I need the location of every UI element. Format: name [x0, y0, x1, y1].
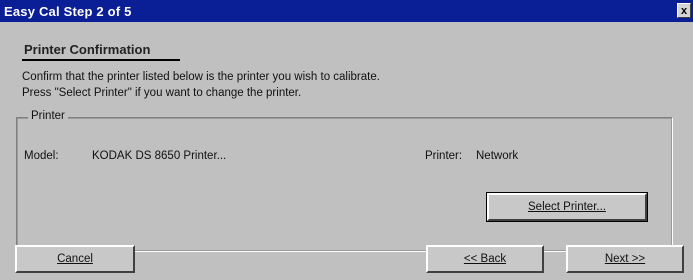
cancel-button[interactable]: Cancel — [15, 245, 135, 273]
cancel-label: Cancel — [57, 253, 93, 265]
back-button[interactable]: << Back — [426, 245, 544, 273]
back-label: << Back — [463, 253, 507, 265]
title-bar[interactable]: Easy Cal Step 2 of 5 x — [0, 0, 693, 22]
close-button[interactable]: x — [677, 3, 691, 18]
instruction-line-1: Confirm that the printer listed below is… — [22, 71, 380, 83]
printer-value: Network — [476, 150, 519, 162]
instruction-line-2: Press "Select Printer" if you want to ch… — [22, 87, 302, 99]
select-printer-button[interactable]: Select Printer... — [486, 192, 648, 222]
printer-group-label: Printer — [28, 110, 68, 122]
model-label: Model: — [24, 150, 59, 162]
close-icon: x — [680, 5, 688, 17]
printer-label: Printer: — [425, 150, 463, 162]
select-printer-label: Select Printer... — [528, 201, 606, 213]
page-heading: Printer Confirmation — [24, 42, 151, 57]
next-label: Next >> — [604, 253, 646, 265]
next-button[interactable]: Next >> — [566, 245, 684, 273]
window-title: Easy Cal Step 2 of 5 — [4, 4, 132, 19]
printer-groupbox — [16, 117, 673, 252]
model-value: KODAK DS 8650 Printer... — [92, 150, 227, 162]
heading-divider — [22, 59, 180, 61]
